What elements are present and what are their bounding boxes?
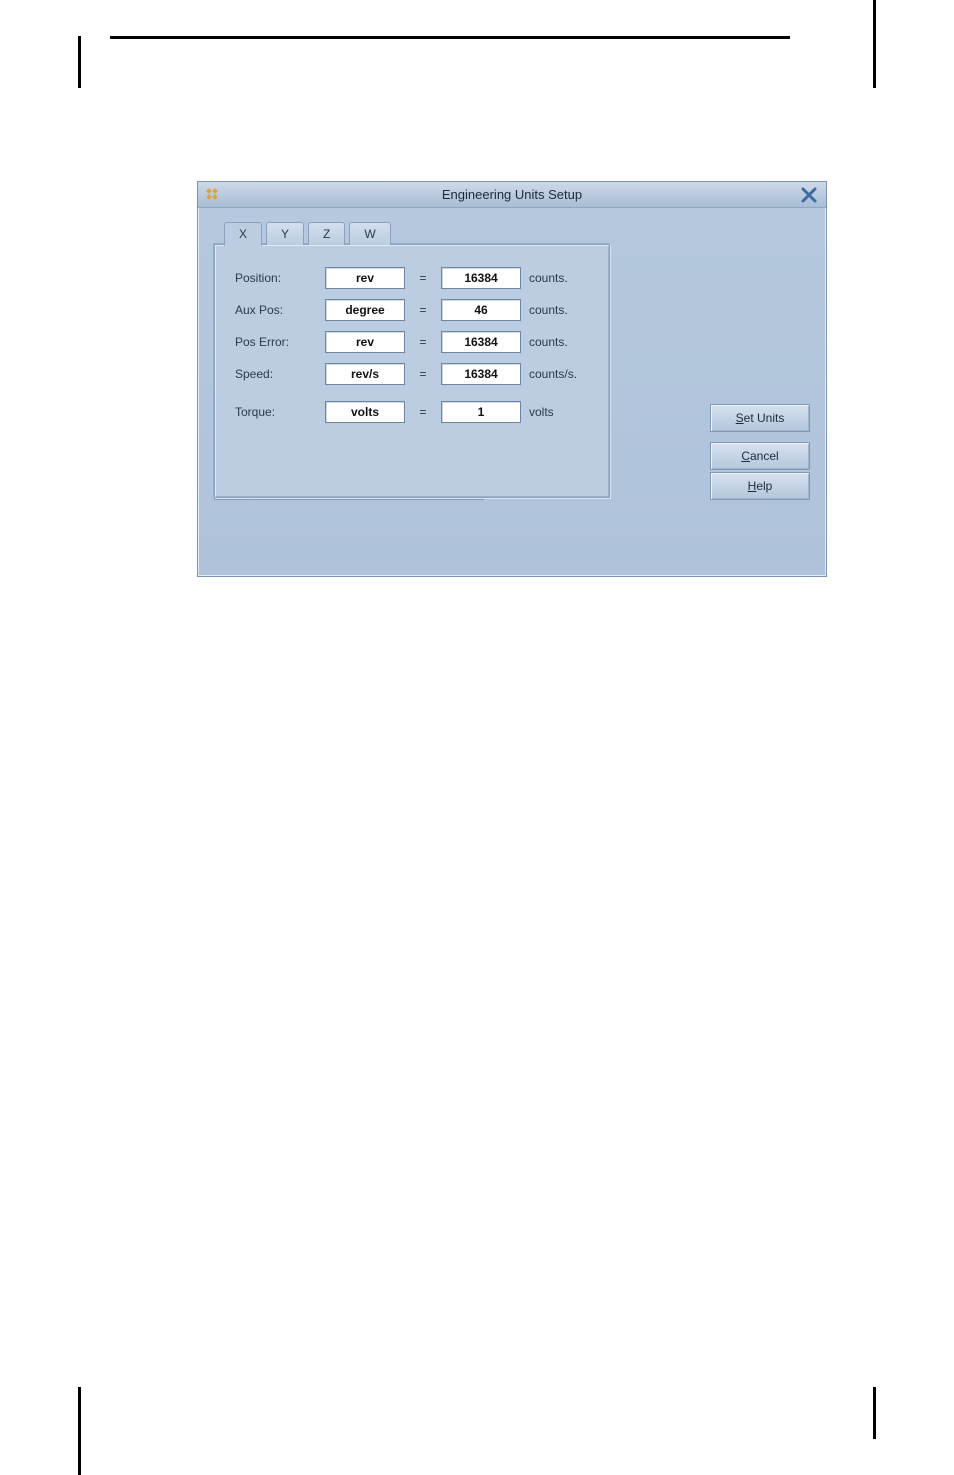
poserror-unit-input[interactable] xyxy=(325,331,405,353)
equals-sign: = xyxy=(413,271,433,285)
label-poserror: Pos Error: xyxy=(235,335,317,349)
app-icon xyxy=(204,186,222,204)
label-speed: Speed: xyxy=(235,367,317,381)
set-units-button[interactable]: Set Units xyxy=(710,404,810,432)
crop-mark xyxy=(78,36,81,88)
auxpos-suffix: counts. xyxy=(529,303,599,317)
crop-mark xyxy=(78,1387,81,1475)
crop-mark xyxy=(873,0,876,88)
tab-z[interactable]: Z xyxy=(308,222,345,245)
close-button[interactable] xyxy=(798,184,820,206)
crop-mark xyxy=(873,1387,876,1439)
engineering-units-dialog: Engineering Units Setup X Y Z W Position… xyxy=(197,181,827,577)
row-poserror: Pos Error: = counts. xyxy=(235,331,591,353)
poserror-value-input[interactable] xyxy=(441,331,521,353)
row-speed: Speed: = counts/s. xyxy=(235,363,591,385)
dialog-body: X Y Z W Position: = counts. Aux Pos: = c… xyxy=(198,208,826,514)
cancel-button[interactable]: Cancel xyxy=(710,442,810,470)
tab-w[interactable]: W xyxy=(349,222,390,245)
torque-suffix: volts xyxy=(529,405,599,419)
position-value-input[interactable] xyxy=(441,267,521,289)
label-torque: Torque: xyxy=(235,405,317,419)
equals-sign: = xyxy=(413,303,433,317)
equals-sign: = xyxy=(413,367,433,381)
title-bar[interactable]: Engineering Units Setup xyxy=(198,182,826,208)
tab-y[interactable]: Y xyxy=(266,222,304,245)
help-button[interactable]: Help xyxy=(710,472,810,500)
torque-value-input[interactable] xyxy=(441,401,521,423)
row-position: Position: = counts. xyxy=(235,267,591,289)
equals-sign: = xyxy=(413,405,433,419)
auxpos-unit-input[interactable] xyxy=(325,299,405,321)
poserror-suffix: counts. xyxy=(529,335,599,349)
speed-unit-input[interactable] xyxy=(325,363,405,385)
label-position: Position: xyxy=(235,271,317,285)
side-button-group: Set Units Cancel xyxy=(710,404,810,470)
equals-sign: = xyxy=(413,335,433,349)
units-panel: Position: = counts. Aux Pos: = counts. P… xyxy=(214,244,610,498)
dialog-title: Engineering Units Setup xyxy=(442,187,582,202)
axis-tabs: X Y Z W xyxy=(224,222,810,245)
row-torque: Torque: = volts xyxy=(235,401,591,423)
row-auxpos: Aux Pos: = counts. xyxy=(235,299,591,321)
label-auxpos: Aux Pos: xyxy=(235,303,317,317)
crop-mark xyxy=(110,36,790,39)
position-suffix: counts. xyxy=(529,271,599,285)
torque-unit-input[interactable] xyxy=(325,401,405,423)
auxpos-value-input[interactable] xyxy=(441,299,521,321)
position-unit-input[interactable] xyxy=(325,267,405,289)
speed-suffix: counts/s. xyxy=(529,367,599,381)
speed-value-input[interactable] xyxy=(441,363,521,385)
tab-x[interactable]: X xyxy=(224,222,262,246)
